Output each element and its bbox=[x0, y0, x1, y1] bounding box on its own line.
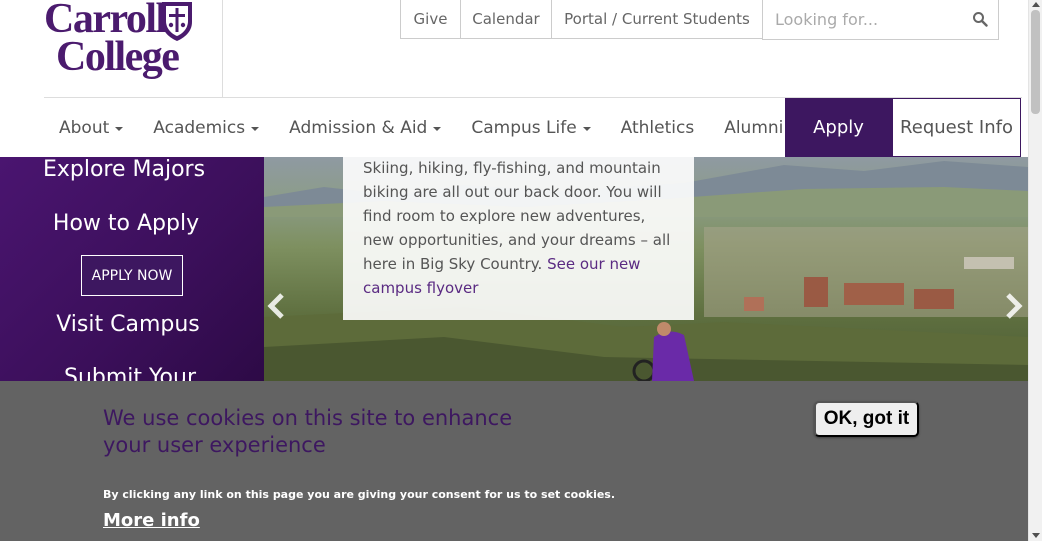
cookie-ok-button[interactable]: OK, got it bbox=[814, 401, 919, 437]
cookie-banner: We use cookies on this site to enhance y… bbox=[0, 381, 1028, 541]
hero-section: Explore Majors How to Apply APPLY NOW Vi… bbox=[0, 157, 1028, 381]
nav-item-campus-life[interactable]: Campus Life bbox=[456, 98, 605, 157]
calendar-link[interactable]: Calendar bbox=[461, 0, 552, 39]
cookie-title: We use cookies on this site to enhance y… bbox=[103, 406, 513, 457]
more-info-link[interactable]: More info bbox=[103, 510, 200, 531]
scroll-down-arrow-icon[interactable] bbox=[1032, 533, 1040, 538]
main-nav: About Academics Admission & Aid Campus L… bbox=[44, 97, 1022, 157]
portal-link[interactable]: Portal / Current Students bbox=[552, 0, 763, 39]
search-box bbox=[762, 0, 999, 40]
caret-down-icon bbox=[433, 126, 442, 131]
apply-button[interactable]: Apply bbox=[785, 98, 892, 157]
chevron-left-icon[interactable] bbox=[266, 293, 288, 319]
biker-graphic bbox=[632, 322, 694, 381]
scroll-up-arrow-icon[interactable] bbox=[1032, 2, 1040, 7]
scroll-thumb[interactable] bbox=[1031, 10, 1040, 114]
caret-down-icon bbox=[251, 126, 260, 131]
caret-down-icon bbox=[582, 126, 591, 131]
request-info-button[interactable]: Request Info bbox=[892, 98, 1021, 157]
utility-nav: Give Calendar Portal / Current Students bbox=[400, 0, 763, 39]
give-link[interactable]: Give bbox=[400, 0, 461, 39]
visit-campus-link[interactable]: Visit Campus bbox=[0, 312, 260, 337]
nav-label: Alumni bbox=[724, 117, 784, 138]
explore-majors-link[interactable]: Explore Majors bbox=[0, 157, 256, 182]
cookie-consent-text: By clicking any link on this page you ar… bbox=[103, 488, 616, 501]
chevron-right-icon[interactable] bbox=[1002, 293, 1024, 319]
nav-label: Admission & Aid bbox=[289, 117, 428, 138]
nav-label: Academics bbox=[153, 117, 246, 138]
nav-label: Athletics bbox=[620, 117, 695, 138]
page-scrollbar[interactable] bbox=[1028, 0, 1042, 541]
logo-wordmark: Carroll College bbox=[44, 0, 180, 80]
caret-down-icon bbox=[115, 126, 124, 131]
hero-sidebar: Explore Majors How to Apply APPLY NOW Vi… bbox=[0, 157, 264, 381]
apply-now-button[interactable]: APPLY NOW bbox=[81, 255, 183, 296]
submit-link[interactable]: Submit Your bbox=[0, 365, 262, 381]
hero-caption: Skiing, hiking, fly-fishing, and mountai… bbox=[343, 157, 694, 320]
logo-line-2: College bbox=[56, 34, 180, 80]
how-to-apply-link[interactable]: How to Apply bbox=[0, 211, 258, 236]
nav-label: About bbox=[59, 117, 110, 138]
nav-item-admission[interactable]: Admission & Aid bbox=[274, 98, 456, 157]
search-icon[interactable] bbox=[972, 11, 988, 27]
nav-item-about[interactable]: About bbox=[44, 98, 138, 157]
crest-icon bbox=[162, 2, 192, 41]
search-input[interactable] bbox=[775, 9, 965, 29]
nav-label: Campus Life bbox=[471, 117, 577, 138]
header-divider bbox=[222, 0, 223, 97]
nav-item-athletics[interactable]: Athletics bbox=[606, 98, 710, 157]
nav-item-academics[interactable]: Academics bbox=[138, 98, 274, 157]
college-logo[interactable]: Carroll College bbox=[44, 0, 194, 84]
